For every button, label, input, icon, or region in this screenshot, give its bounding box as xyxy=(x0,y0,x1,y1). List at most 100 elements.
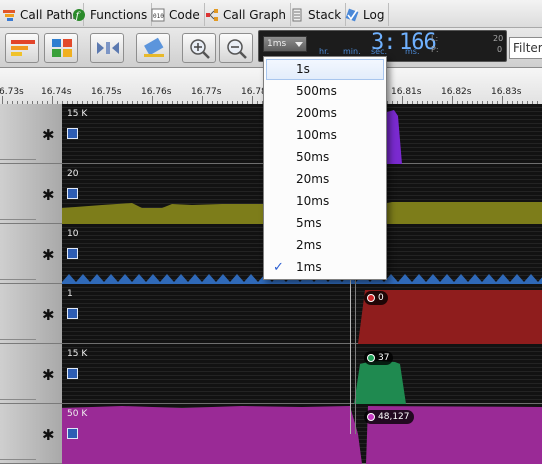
track-waveform xyxy=(62,406,542,464)
ruler-label: 16.77s xyxy=(191,87,222,97)
interval-option-1ms[interactable]: ✓ 1ms xyxy=(266,257,384,278)
value-badge: 0 xyxy=(364,291,388,305)
ruler-label: 16.75s xyxy=(91,87,122,97)
tab-stack[interactable]: Stack xyxy=(286,3,347,26)
ruler-label: 6.73s xyxy=(0,87,24,97)
option-label: 200ms xyxy=(296,106,337,120)
track-4: ✱ 1 0 xyxy=(0,284,542,344)
call-paths-icon xyxy=(2,8,16,22)
scale-label: 15 K xyxy=(67,349,88,359)
gear-icon[interactable]: ✱ xyxy=(42,306,55,324)
ruler-label: 16.83s xyxy=(491,87,522,97)
track-header[interactable]: ✱ xyxy=(0,404,62,464)
series-color-swatch[interactable] xyxy=(67,308,78,319)
zoom-in-button[interactable] xyxy=(182,33,216,63)
clock-side-label-p: P: xyxy=(431,45,439,54)
clock-label-ms: ms. xyxy=(405,47,420,56)
call-graph-icon xyxy=(205,8,219,22)
option-label: 5ms xyxy=(296,216,322,230)
interval-dropdown-menu: 1s 500ms 200ms 100ms 50ms 20ms 10ms 5ms … xyxy=(263,56,387,280)
interval-option-10ms[interactable]: 10ms xyxy=(266,191,384,212)
clock-side-value-p: 0 xyxy=(497,45,503,54)
zoom-out-button[interactable] xyxy=(219,33,253,63)
interval-option-100ms[interactable]: 100ms xyxy=(266,125,384,146)
track-header[interactable]: ✱ xyxy=(0,164,62,224)
track-header[interactable]: ✱ xyxy=(0,344,62,404)
series-dot-icon xyxy=(367,354,375,362)
gear-icon[interactable]: ✱ xyxy=(42,426,55,444)
tab-label: Functions xyxy=(90,7,148,22)
zoom-in-icon xyxy=(190,39,210,59)
interval-select[interactable]: 1ms xyxy=(263,36,307,52)
tab-functions[interactable]: f Functions xyxy=(68,3,153,26)
series-color-swatch[interactable] xyxy=(67,128,78,139)
value-badge: 37 xyxy=(364,351,394,365)
clock-label-sec: sec. xyxy=(371,47,388,56)
zoom-out-icon xyxy=(227,39,247,59)
flame-view-button[interactable] xyxy=(5,33,39,63)
option-label: 10ms xyxy=(296,194,330,208)
view-tabs-bar: Call Paths f Functions 010 Code Call Gra… xyxy=(0,0,542,28)
clock-label-min: min. xyxy=(343,47,361,56)
svg-text:010: 010 xyxy=(153,13,164,20)
series-dot-icon xyxy=(367,413,375,421)
clock-label-hr: hr. xyxy=(319,47,330,56)
merge-threads-button[interactable] xyxy=(90,33,124,63)
ruler-label: 16.82s xyxy=(441,87,472,97)
ruler-label: 16.74s xyxy=(41,87,72,97)
gear-icon[interactable]: ✱ xyxy=(42,186,55,204)
series-dot-icon xyxy=(367,294,375,302)
log-icon xyxy=(345,8,359,22)
series-color-swatch[interactable] xyxy=(67,248,78,259)
gear-icon[interactable]: ✱ xyxy=(42,246,55,264)
value-badge-text: 48,127 xyxy=(378,412,410,422)
code-icon: 010 xyxy=(151,8,165,22)
track-header[interactable]: ✱ xyxy=(0,284,62,344)
tab-label: Call Graph xyxy=(223,7,287,22)
filter-field[interactable]: Filter xyxy=(509,37,542,59)
scale-label: 15 K xyxy=(67,109,88,119)
chevron-down-icon xyxy=(295,42,303,47)
tab-label: Stack xyxy=(308,7,342,22)
tab-label: Code xyxy=(169,7,200,22)
track-waveform xyxy=(354,361,406,404)
series-color-swatch[interactable] xyxy=(67,368,78,379)
functions-icon: f xyxy=(72,8,86,22)
tab-call-graph[interactable]: Call Graph xyxy=(201,3,292,26)
scale-label: 10 xyxy=(67,229,79,239)
interval-option-200ms[interactable]: 200ms xyxy=(266,103,384,124)
scale-label: 20 xyxy=(67,169,79,179)
interval-option-1s[interactable]: 1s xyxy=(266,59,384,80)
interval-option-20ms[interactable]: 20ms xyxy=(266,169,384,190)
track-header[interactable]: ✱ xyxy=(0,104,62,164)
option-label: 1ms xyxy=(296,260,322,274)
track-graph[interactable]: 1 0 xyxy=(62,284,542,344)
track-5: ✱ 15 K 37 xyxy=(0,344,542,404)
tab-code[interactable]: 010 Code xyxy=(147,3,205,26)
interval-option-5ms[interactable]: 5ms xyxy=(266,213,384,234)
gear-icon[interactable]: ✱ xyxy=(42,366,55,384)
grid-view-button[interactable] xyxy=(44,33,78,63)
interval-select-value: 1ms xyxy=(267,39,287,49)
scale-label: 50 K xyxy=(67,409,88,419)
grid-icon xyxy=(52,39,72,57)
track-waveform xyxy=(358,290,542,344)
series-color-swatch[interactable] xyxy=(67,188,78,199)
ruler-label: 16.76s xyxy=(141,87,172,97)
interval-option-2ms[interactable]: 2ms xyxy=(266,235,384,256)
interval-option-500ms[interactable]: 500ms xyxy=(266,81,384,102)
value-badge-text: 0 xyxy=(378,293,384,303)
interval-option-50ms[interactable]: 50ms xyxy=(266,147,384,168)
track-graph[interactable]: 50 K 48,127 xyxy=(62,404,542,464)
value-badge: 48,127 xyxy=(364,410,414,424)
option-label: 20ms xyxy=(296,172,330,186)
clock-side-value-l: 20 xyxy=(493,34,504,43)
tab-log[interactable]: Log xyxy=(341,3,390,26)
gear-icon[interactable]: ✱ xyxy=(42,126,55,144)
clock-side-label-l: L: xyxy=(431,34,439,43)
option-label: 100ms xyxy=(296,128,337,142)
track-header[interactable]: ✱ xyxy=(0,224,62,284)
option-label: 1s xyxy=(296,62,310,76)
mark-region-button[interactable] xyxy=(136,33,170,63)
track-graph[interactable]: 15 K 37 xyxy=(62,344,542,404)
